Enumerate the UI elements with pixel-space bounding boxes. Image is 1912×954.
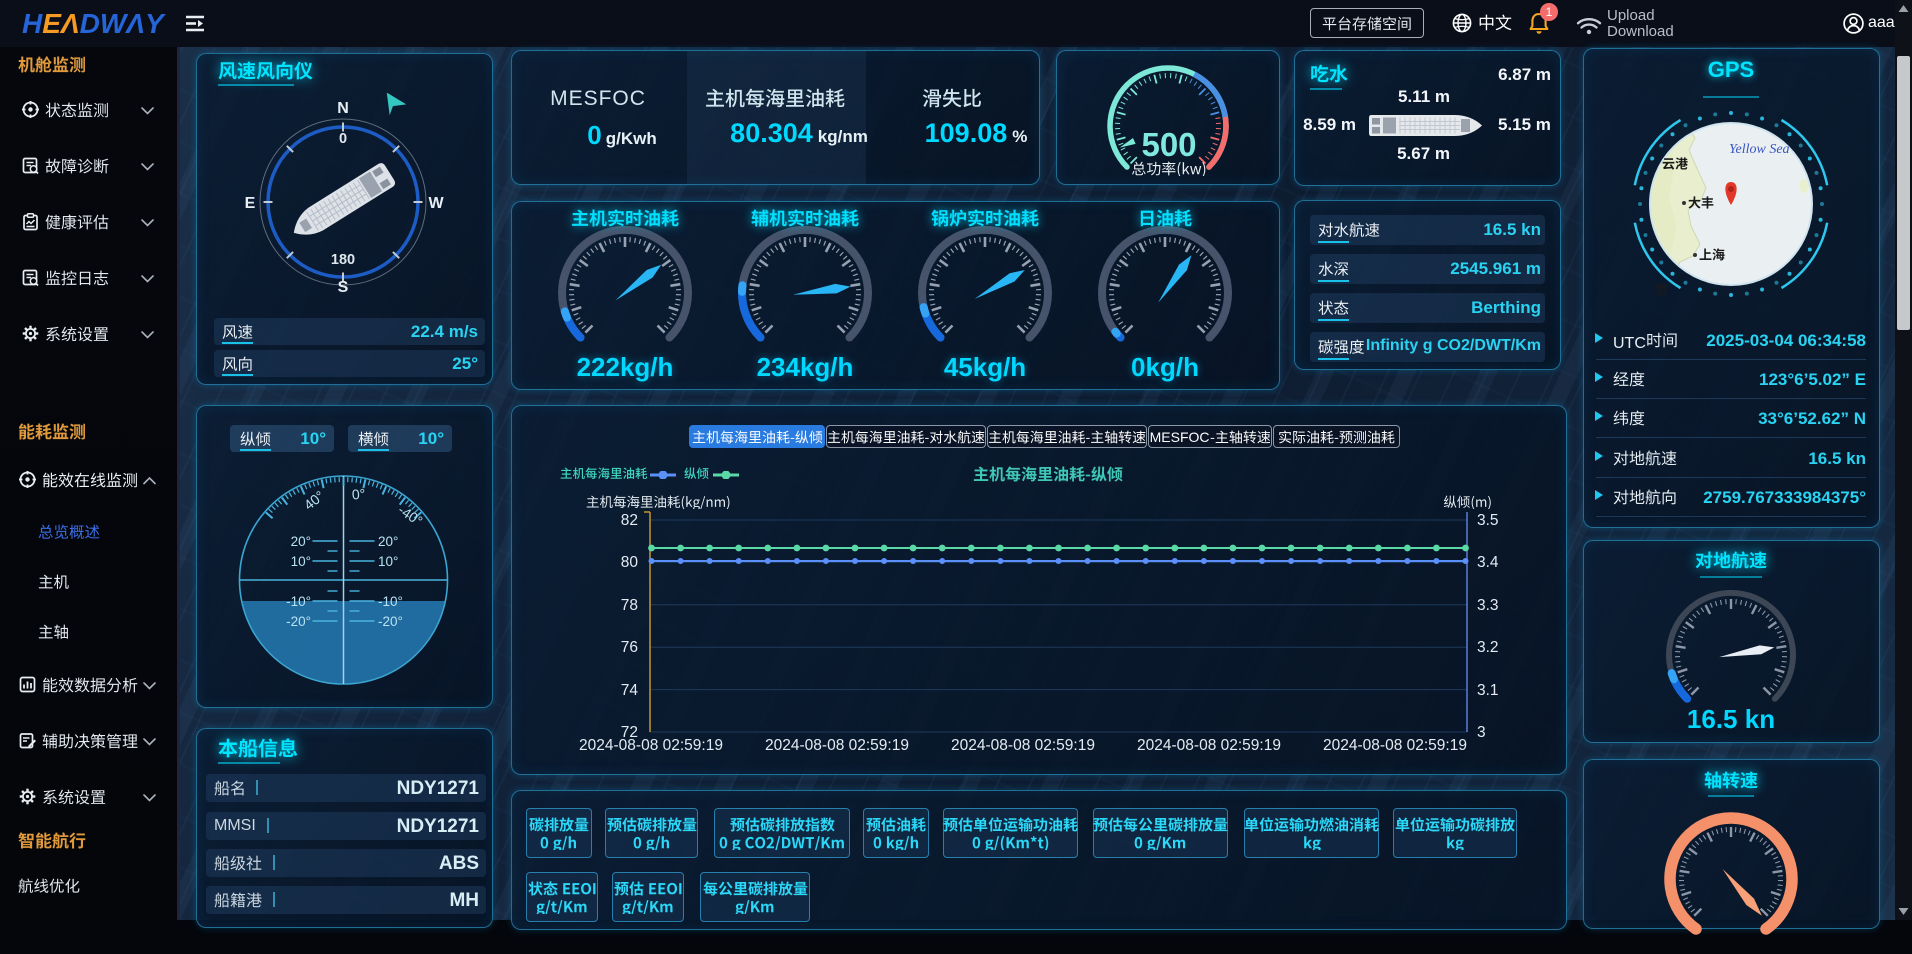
svg-text:2024-08-08 02:59:19: 2024-08-08 02:59:19 [1323, 737, 1467, 754]
svg-text:74: 74 [621, 682, 639, 699]
svg-text:2024-08-08 02:59:19: 2024-08-08 02:59:19 [765, 737, 909, 754]
svg-text:2024-08-08 02:59:19: 2024-08-08 02:59:19 [579, 737, 723, 754]
svg-text:2024-08-08 02:59:19: 2024-08-08 02:59:19 [951, 737, 1095, 754]
svg-text:76: 76 [621, 639, 638, 656]
svg-text:3: 3 [1477, 724, 1486, 741]
svg-text:3.4: 3.4 [1477, 554, 1499, 571]
svg-text:3.1: 3.1 [1477, 682, 1499, 699]
svg-text:80: 80 [621, 554, 639, 571]
svg-text:78: 78 [621, 597, 638, 614]
svg-text:3.5: 3.5 [1477, 512, 1499, 529]
svg-text:3.2: 3.2 [1477, 639, 1499, 656]
svg-text:82: 82 [621, 512, 638, 529]
svg-text:2024-08-08 02:59:19: 2024-08-08 02:59:19 [1137, 737, 1281, 754]
svg-text:3.3: 3.3 [1477, 597, 1499, 614]
